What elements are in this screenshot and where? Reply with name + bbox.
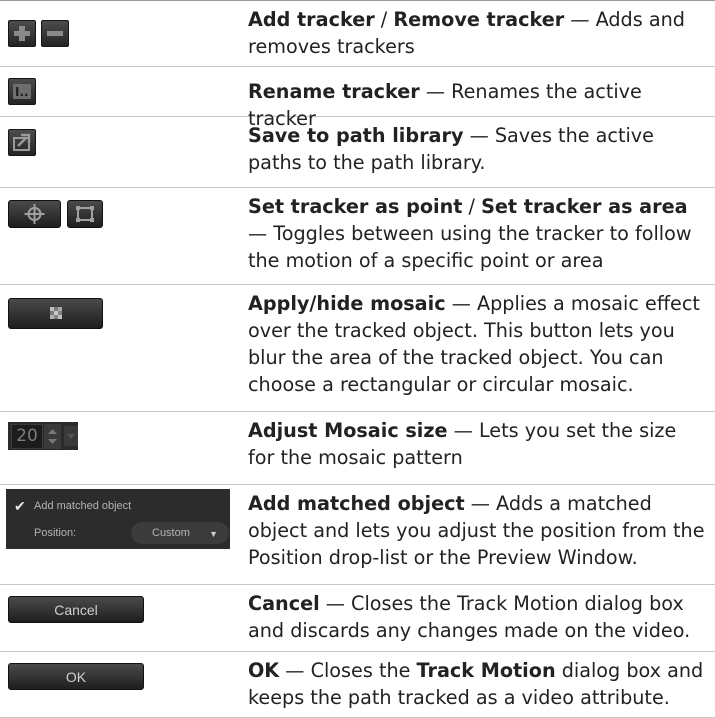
cancel-button-label: Cancel (54, 602, 98, 618)
description: — Toggles between using the tracker to f… (248, 222, 692, 272)
row-ok: OK OK — Closes the Track Motion dialog b… (0, 651, 715, 718)
mosaic-icon[interactable] (8, 298, 103, 329)
term: Rename tracker (248, 80, 420, 103)
term-remove-tracker: Remove tracker (393, 8, 565, 31)
term-set-point: Set tracker as point (248, 195, 463, 218)
icon-cell (0, 1, 248, 66)
separator: / (462, 195, 482, 218)
icon-cell: OK (0, 652, 248, 717)
separator: / (374, 8, 394, 31)
mosaic-size-value[interactable]: 20 (11, 424, 43, 449)
term-track-motion: Track Motion (416, 659, 556, 682)
description-cell: Add matched object — Adds a matched obje… (248, 485, 715, 584)
icon-cell: ✔ Add matched object Position: Custom ▼ (0, 485, 248, 584)
position-dropdown[interactable]: Custom ▼ (131, 522, 229, 544)
row-save-to-path-library: Save to path library — Saves the active … (0, 116, 715, 187)
term: OK (248, 659, 280, 682)
remove-tracker-icon[interactable] (41, 20, 69, 47)
description-cell: OK — Closes the Track Motion dialog box … (248, 652, 715, 717)
position-label: Position: (34, 527, 77, 539)
term-set-area: Set tracker as area (481, 195, 688, 218)
mosaic-size-stepper[interactable]: 20 (8, 422, 78, 450)
term: Apply/hide mosaic (248, 292, 446, 315)
disabled-stepper-icon (64, 426, 78, 446)
ok-button-label: OK (65, 669, 87, 685)
row-rename-tracker: I.. Rename tracker — Renames the active … (0, 66, 715, 130)
row-tracker-point-area: Set tracker as point / Set tracker as ar… (0, 187, 715, 284)
description-cell: Add tracker / Remove tracker — Adds and … (248, 1, 715, 66)
icon-cell: 20 (0, 412, 248, 484)
term: Save to path library (248, 124, 464, 147)
description-cell: Set tracker as point / Set tracker as ar… (248, 188, 715, 284)
tracker-area-icon[interactable] (67, 200, 103, 228)
row-adjust-mosaic-size: 20 Adjust Mosaic size — Lets you set the… (0, 411, 715, 484)
description-cell: Rename tracker — Renames the active trac… (248, 67, 715, 130)
term-add-tracker: Add tracker (248, 8, 375, 31)
cancel-button[interactable]: Cancel (8, 596, 144, 623)
description-cell: Apply/hide mosaic — Applies a mosaic eff… (248, 285, 715, 411)
rename-tracker-icon[interactable]: I.. (8, 78, 36, 105)
add-tracker-icon[interactable] (8, 20, 36, 47)
icon-cell: Cancel (0, 585, 248, 651)
row-add-matched-object: ✔ Add matched object Position: Custom ▼ … (0, 484, 715, 584)
matched-object-panel: ✔ Add matched object Position: Custom ▼ (6, 489, 230, 549)
icon-cell (0, 117, 248, 187)
description-cell: Save to path library — Saves the active … (248, 117, 715, 187)
dropdown-arrow-icon: ▼ (209, 529, 218, 539)
row-cancel: Cancel Cancel — Closes the Track Motion … (0, 584, 715, 651)
icon-cell (0, 188, 248, 284)
row-add-remove-tracker: Add tracker / Remove tracker — Adds and … (0, 0, 715, 66)
save-to-path-library-icon[interactable] (8, 129, 36, 156)
icon-cell: I.. (0, 67, 248, 116)
description: — Closes the (279, 659, 417, 682)
stepper-arrows[interactable] (44, 424, 61, 449)
term: Adjust Mosaic size (248, 419, 448, 442)
tracker-point-icon[interactable] (8, 200, 61, 228)
term: Add matched object (248, 492, 465, 515)
add-matched-object-checkbox-label[interactable]: Add matched object (34, 500, 131, 512)
ok-button[interactable]: OK (8, 663, 144, 690)
row-apply-hide-mosaic: Apply/hide mosaic — Applies a mosaic eff… (0, 284, 715, 411)
icon-cell (0, 285, 248, 411)
checkbox-checked-icon[interactable]: ✔ (14, 498, 26, 515)
term: Cancel (248, 592, 320, 615)
position-dropdown-value: Custom (152, 527, 190, 539)
description-cell: Adjust Mosaic size — Lets you set the si… (248, 412, 715, 484)
description-cell: Cancel — Closes the Track Motion dialog … (248, 585, 715, 651)
ui-reference-table: Add tracker / Remove tracker — Adds and … (0, 0, 715, 718)
svg-text:I..: I.. (15, 85, 29, 99)
